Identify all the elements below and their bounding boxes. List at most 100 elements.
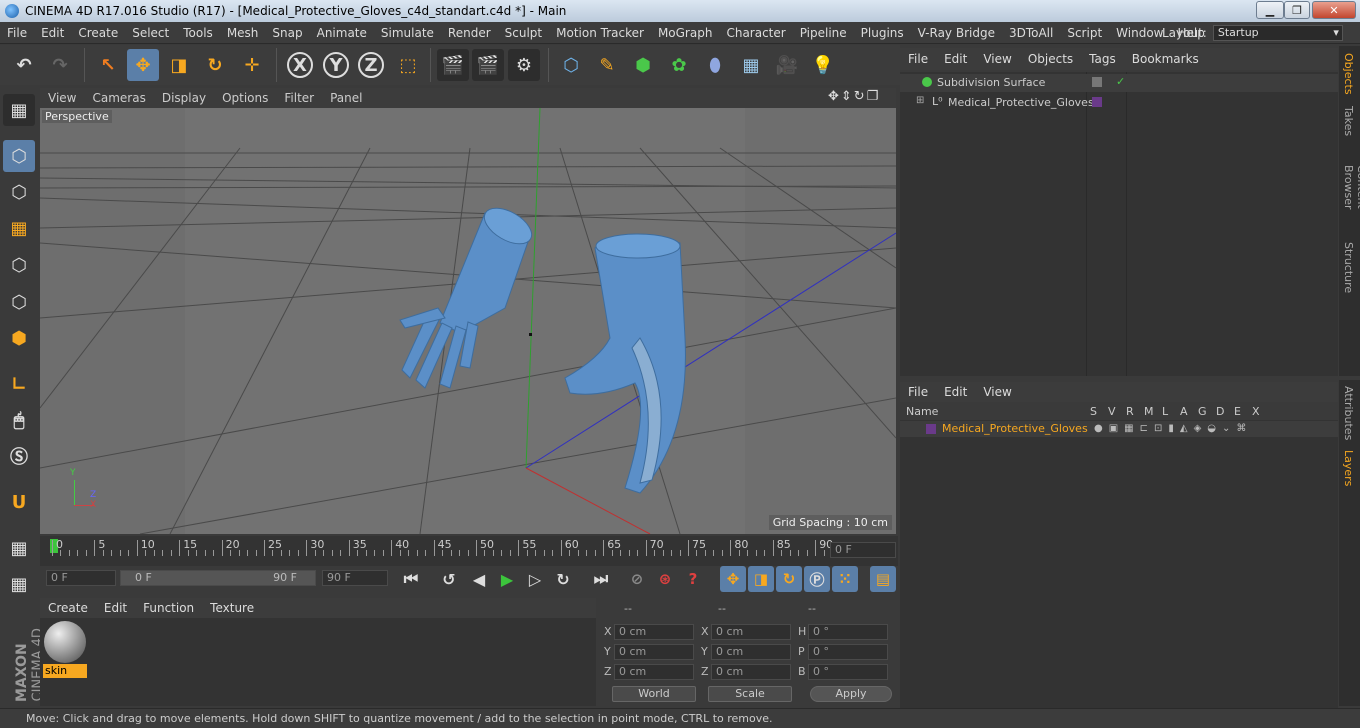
layer-column-x[interactable]: X bbox=[1252, 405, 1260, 418]
object-menu-tags[interactable]: Tags bbox=[1081, 52, 1124, 66]
menu-3dtoall[interactable]: 3DToAll bbox=[1002, 26, 1060, 40]
edges-mode-icon[interactable]: ⬡ bbox=[3, 286, 35, 318]
keyframe-selection-icon[interactable]: ? bbox=[680, 566, 706, 592]
tab-attributes[interactable]: Attributes bbox=[1342, 386, 1355, 440]
close-button[interactable]: ✕ bbox=[1312, 1, 1356, 19]
layer-column-v[interactable]: V bbox=[1108, 405, 1116, 418]
floor-scene-icon[interactable]: ▦ bbox=[735, 49, 767, 81]
next-frame-icon[interactable]: ▷ bbox=[522, 566, 548, 592]
menu-select[interactable]: Select bbox=[125, 26, 176, 40]
object-menu-edit[interactable]: Edit bbox=[936, 52, 975, 66]
menu-simulate[interactable]: Simulate bbox=[374, 26, 441, 40]
tab-objects[interactable]: Objects bbox=[1342, 52, 1355, 96]
material-menu-texture[interactable]: Texture bbox=[202, 601, 262, 615]
layer-column-s[interactable]: S bbox=[1090, 405, 1097, 418]
key-scale-icon[interactable]: ◨ bbox=[748, 566, 774, 592]
viewport-menu-panel[interactable]: Panel bbox=[322, 91, 370, 105]
menu-tools[interactable]: Tools bbox=[176, 26, 220, 40]
layer-column-g[interactable]: G bbox=[1198, 405, 1207, 418]
key-rotation-icon[interactable]: ↻ bbox=[776, 566, 802, 592]
tab-content-browser[interactable]: Content Browser bbox=[1342, 144, 1360, 230]
pen-spline-icon[interactable]: ✎ bbox=[591, 49, 623, 81]
maximize-button[interactable]: ❐ bbox=[1284, 1, 1310, 19]
workplane-mode-icon[interactable]: ▦ bbox=[3, 212, 35, 244]
viewport-menu-cameras[interactable]: Cameras bbox=[84, 91, 153, 105]
polygons-mode-icon[interactable]: ⬢ bbox=[3, 322, 35, 354]
viewport-menu-display[interactable]: Display bbox=[154, 91, 214, 105]
menu-animate[interactable]: Animate bbox=[310, 26, 374, 40]
coord-pos-field[interactable]: 0 cm bbox=[614, 624, 694, 640]
enabled-check-icon[interactable]: ✓ bbox=[1116, 75, 1125, 88]
menu-edit[interactable]: Edit bbox=[34, 26, 71, 40]
coord-rot-field[interactable]: 0 ° bbox=[808, 664, 888, 680]
go-to-start-icon[interactable]: ⏮ bbox=[398, 566, 424, 592]
layer-column-r[interactable]: R bbox=[1126, 405, 1134, 418]
menu-render[interactable]: Render bbox=[441, 26, 498, 40]
minimize-button[interactable]: ▁ bbox=[1256, 1, 1284, 19]
object-row-subdivision[interactable]: Subdivision Surface ✓ bbox=[900, 74, 1338, 92]
play-icon[interactable]: ▶ bbox=[494, 566, 520, 592]
menu-character[interactable]: Character bbox=[719, 26, 792, 40]
object-menu-file[interactable]: File bbox=[900, 52, 936, 66]
object-row-gloves[interactable]: ⊞ L⁰ Medical_Protective_Gloves bbox=[900, 94, 1338, 112]
layer-column-m[interactable]: M bbox=[1144, 405, 1154, 418]
layer-column-a[interactable]: A bbox=[1180, 405, 1188, 418]
deformer-icon[interactable]: ⬮ bbox=[699, 49, 731, 81]
select-tool-icon[interactable]: ↖ bbox=[92, 49, 124, 81]
axis-mode-icon[interactable]: ∟ bbox=[3, 368, 35, 400]
menu-sculpt[interactable]: Sculpt bbox=[498, 26, 549, 40]
current-frame-field[interactable]: 0 F bbox=[830, 542, 896, 558]
rotate-tool-icon[interactable]: ↻ bbox=[199, 49, 231, 81]
coord-system-dropdown[interactable]: World bbox=[612, 686, 696, 702]
coord-size-field[interactable]: 0 cm bbox=[711, 664, 791, 680]
menu-file[interactable]: File bbox=[0, 26, 34, 40]
layer-color-swatch[interactable] bbox=[926, 424, 936, 434]
menu-mograph[interactable]: MoGraph bbox=[651, 26, 720, 40]
points-mode-icon[interactable]: ⬡ bbox=[3, 249, 35, 281]
y-axis-lock-icon[interactable]: Y bbox=[320, 49, 352, 81]
layer-menu-edit[interactable]: Edit bbox=[936, 385, 975, 399]
subdivision-surface-icon[interactable]: ⬢ bbox=[627, 49, 659, 81]
tweak-mode-icon[interactable]: 🖱 bbox=[3, 404, 35, 436]
menu-create[interactable]: Create bbox=[71, 26, 125, 40]
menu-v-ray-bridge[interactable]: V-Ray Bridge bbox=[911, 26, 1002, 40]
object-menu-objects[interactable]: Objects bbox=[1020, 52, 1081, 66]
lock-workplane-icon[interactable]: ▦ bbox=[3, 532, 35, 564]
cloner-icon[interactable]: ✿ bbox=[663, 49, 695, 81]
coord-size-field[interactable]: 0 cm bbox=[711, 644, 791, 660]
menu-motion-tracker[interactable]: Motion Tracker bbox=[549, 26, 651, 40]
tab-takes[interactable]: Takes bbox=[1342, 104, 1355, 138]
coordinate-system-icon[interactable]: ⬚ bbox=[392, 49, 424, 81]
viewport-menu-options[interactable]: Options bbox=[214, 91, 276, 105]
x-axis-lock-icon[interactable]: X bbox=[284, 49, 316, 81]
record-keys-icon[interactable]: ⊘ bbox=[624, 566, 650, 592]
menu-plugins[interactable]: Plugins bbox=[854, 26, 911, 40]
menu-mesh[interactable]: Mesh bbox=[220, 26, 266, 40]
light-icon[interactable]: 💡 bbox=[807, 49, 839, 81]
timeline-window-icon[interactable]: ▤ bbox=[870, 566, 896, 592]
coord-rot-field[interactable]: 0 ° bbox=[808, 624, 888, 640]
viewport-menu-view[interactable]: View bbox=[40, 91, 84, 105]
layer-row[interactable]: Medical_Protective_Gloves ●▣▦⊏⊡▮◭◈◒⌄⌘ bbox=[900, 421, 1338, 437]
render-settings-icon[interactable]: ⚙ bbox=[508, 49, 540, 81]
material-menu-edit[interactable]: Edit bbox=[96, 601, 135, 615]
start-frame-field[interactable]: 0 F bbox=[46, 570, 116, 586]
menu-script[interactable]: Script bbox=[1060, 26, 1109, 40]
model-mode-icon[interactable]: ⬡ bbox=[3, 140, 35, 172]
render-picture-viewer-icon[interactable]: 🎬 bbox=[472, 49, 504, 81]
transform-tool-icon[interactable]: ✛ bbox=[236, 49, 268, 81]
coord-pos-field[interactable]: 0 cm bbox=[614, 664, 694, 680]
undo-icon[interactable]: ↶ bbox=[8, 49, 40, 81]
layer-column-d[interactable]: D bbox=[1216, 405, 1224, 418]
menu-pipeline[interactable]: Pipeline bbox=[793, 26, 854, 40]
magnet-icon[interactable]: U bbox=[3, 486, 35, 518]
object-menu-view[interactable]: View bbox=[975, 52, 1019, 66]
apply-button[interactable]: Apply bbox=[810, 686, 892, 702]
frame-range-slider[interactable]: 0 F 90 F bbox=[120, 570, 316, 586]
tab-structure[interactable]: Structure bbox=[1342, 242, 1355, 294]
coord-rot-field[interactable]: 0 ° bbox=[808, 644, 888, 660]
snap-icon[interactable]: Ⓢ bbox=[3, 440, 35, 472]
layer-menu-view[interactable]: View bbox=[975, 385, 1019, 399]
material-menu-function[interactable]: Function bbox=[135, 601, 202, 615]
tab-layers[interactable]: Layers bbox=[1342, 448, 1355, 488]
